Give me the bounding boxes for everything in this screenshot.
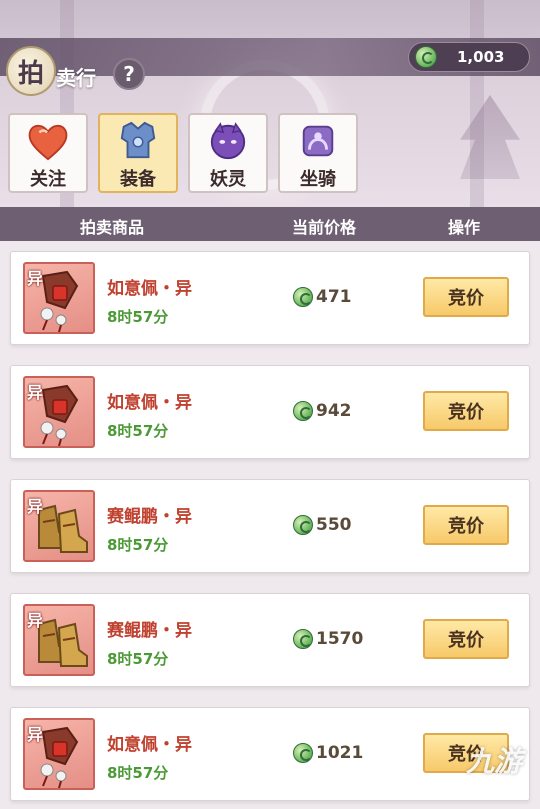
bid-button[interactable]: 竞价 xyxy=(423,505,509,545)
tab-label: 妖灵 xyxy=(210,169,246,190)
item-time: 8时57分 xyxy=(107,308,169,326)
title-badge: 拍 xyxy=(6,46,56,96)
boots-icon: 异 xyxy=(23,604,95,676)
price-value: 1021 xyxy=(316,743,364,763)
column-price: 当前价格 xyxy=(292,218,357,237)
spirit-icon xyxy=(210,122,246,160)
auction-list[interactable]: 异 如意佩・异 8时57分 471 竞价 异 如意佩・异 8时57分 942 竞… xyxy=(0,241,540,809)
currency-display: 1,003 xyxy=(408,42,530,72)
jade-coin-icon xyxy=(293,515,313,535)
jade-pendant-icon: 异 xyxy=(23,718,95,790)
background-tree xyxy=(460,95,520,179)
jade-pendant-icon: 异 xyxy=(23,262,95,334)
boots-icon: 异 xyxy=(23,490,95,562)
column-header: 拍卖商品 当前价格 操作 xyxy=(0,207,540,241)
list-item: 异 如意佩・异 8时57分 471 竞价 xyxy=(10,251,530,345)
jade-coin-icon xyxy=(293,287,313,307)
price-value: 471 xyxy=(316,287,352,307)
item-price: 1570 xyxy=(293,629,363,649)
item-time: 8时57分 xyxy=(107,422,169,440)
tab-spirit[interactable]: 妖灵 xyxy=(188,113,268,193)
jade-coin-icon xyxy=(293,401,313,421)
item-tag: 异 xyxy=(27,497,44,516)
item-price: 1021 xyxy=(293,743,363,763)
item-name: 如意佩・异 xyxy=(107,393,192,413)
bid-button[interactable]: 竞价 xyxy=(423,619,509,659)
list-item: 异 赛鲲鹏・异 8时57分 550 竞价 xyxy=(10,479,530,573)
tab-mount[interactable]: 坐骑 xyxy=(278,113,358,193)
item-price: 471 xyxy=(293,287,352,307)
item-price: 550 xyxy=(293,515,352,535)
list-item: 异 赛鲲鹏・异 8时57分 1570 竞价 xyxy=(10,593,530,687)
column-item: 拍卖商品 xyxy=(80,218,145,237)
item-name: 如意佩・异 xyxy=(107,279,192,299)
item-tag: 异 xyxy=(27,725,44,744)
heart-icon xyxy=(28,124,68,161)
jade-pendant-icon: 异 xyxy=(23,376,95,448)
item-tag: 异 xyxy=(27,611,44,630)
page-title-first: 拍 xyxy=(17,58,44,89)
currency-value: 1,003 xyxy=(457,48,505,66)
price-value: 550 xyxy=(316,515,352,535)
item-name: 如意佩・异 xyxy=(107,735,192,755)
list-item: 异 如意佩・异 8时57分 942 竞价 xyxy=(10,365,530,459)
tab-label: 关注 xyxy=(30,169,66,190)
jade-coin-icon xyxy=(415,46,437,68)
column-action: 操作 xyxy=(448,218,481,237)
item-tag: 异 xyxy=(27,383,44,402)
jade-coin-icon xyxy=(293,743,313,763)
price-value: 942 xyxy=(316,401,352,421)
item-time: 8时57分 xyxy=(107,764,169,782)
item-tag: 异 xyxy=(27,269,44,288)
item-name: 赛鲲鹏・异 xyxy=(107,507,192,527)
bid-button[interactable]: 竞价 xyxy=(423,391,509,431)
item-name: 赛鲲鹏・异 xyxy=(107,621,192,641)
armor-icon xyxy=(120,121,156,159)
tab-follow[interactable]: 关注 xyxy=(8,113,88,193)
mount-icon xyxy=(302,125,334,157)
jade-coin-icon xyxy=(293,629,313,649)
help-icon[interactable]: ? xyxy=(113,58,145,90)
price-value: 1570 xyxy=(316,629,364,649)
bid-button[interactable]: 竞价 xyxy=(423,277,509,317)
page-title: 卖行 xyxy=(56,66,96,90)
tab-equipment[interactable]: 装备 xyxy=(98,113,178,193)
item-time: 8时57分 xyxy=(107,650,169,668)
item-price: 942 xyxy=(293,401,352,421)
tab-label: 坐骑 xyxy=(300,169,336,190)
item-time: 8时57分 xyxy=(107,536,169,554)
tab-label: 装备 xyxy=(120,169,156,190)
watermark: 九游 xyxy=(465,745,522,778)
